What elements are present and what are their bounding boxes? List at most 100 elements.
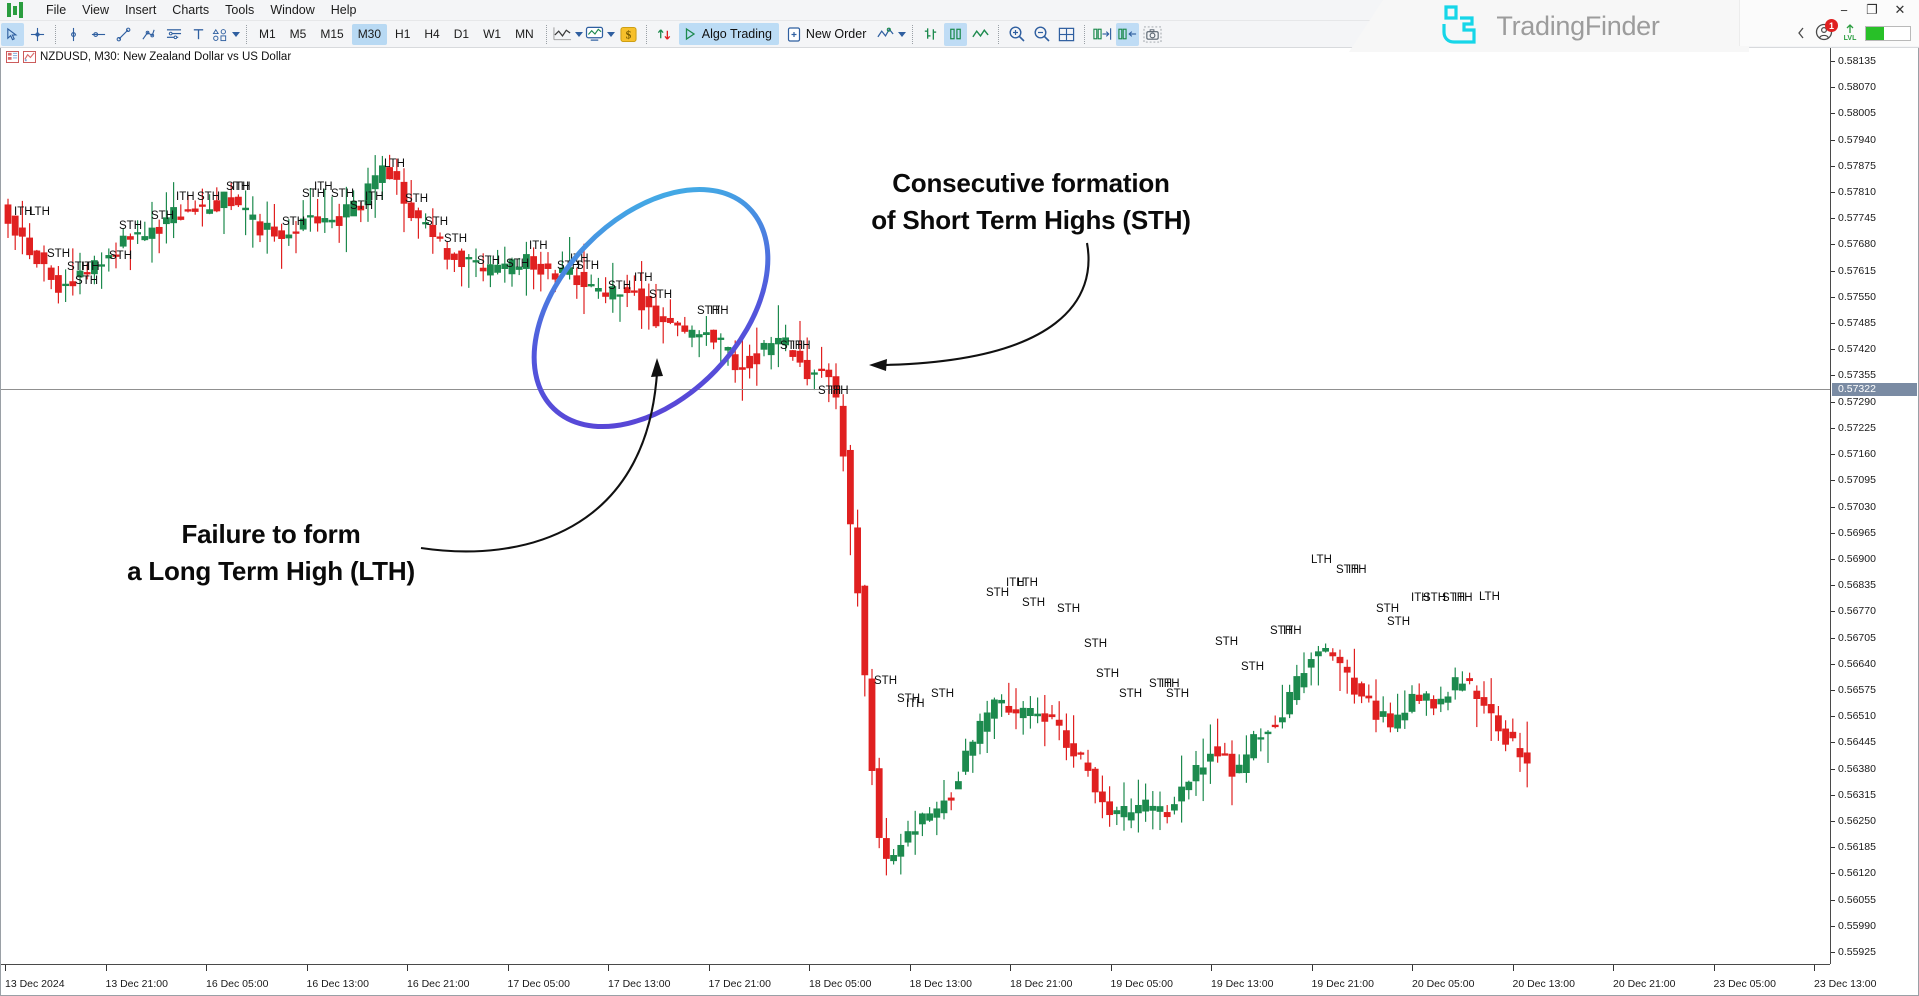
time-tick-label: 19 Dec 13:00 xyxy=(1211,965,1273,990)
menu-tools[interactable]: Tools xyxy=(217,1,262,20)
swing-label-sth: STH xyxy=(608,280,631,292)
zoom-in-icon[interactable] xyxy=(1005,23,1028,46)
bar-chart-icon[interactable] xyxy=(919,23,942,46)
timeframe-w1[interactable]: W1 xyxy=(477,24,507,45)
timeframe-m15[interactable]: M15 xyxy=(314,24,349,45)
swing-label-sth: STH xyxy=(425,216,448,228)
menu-window[interactable]: Window xyxy=(262,1,322,20)
price-tick-label: 0.58135 xyxy=(1838,54,1876,67)
menu-view[interactable]: View xyxy=(74,1,117,20)
shapes-icon[interactable] xyxy=(212,23,240,46)
swing-label-ith: ITH xyxy=(634,272,653,284)
timeframe-h4[interactable]: H4 xyxy=(418,24,445,45)
swing-label-ith: ITH xyxy=(529,240,548,252)
menu-file[interactable]: File xyxy=(38,1,74,20)
menu-insert[interactable]: Insert xyxy=(117,1,164,20)
swing-label-sth: STH xyxy=(649,289,672,301)
trendline-icon[interactable] xyxy=(112,23,135,46)
swing-label-sth: STH xyxy=(1166,688,1189,700)
price-tick: 0.56445 xyxy=(1831,736,1919,748)
indicators-icon[interactable] xyxy=(585,23,615,46)
timeframe-m30[interactable]: M30 xyxy=(351,23,388,45)
time-tick-label: 20 Dec 13:00 xyxy=(1512,965,1575,990)
chevron-down-icon[interactable] xyxy=(574,31,583,37)
new-order-button[interactable]: New Order xyxy=(783,23,873,45)
time-tick-label: 19 Dec 21:00 xyxy=(1311,965,1374,990)
menu-charts[interactable]: Charts xyxy=(164,1,217,20)
maximize-button[interactable]: ❐ xyxy=(1859,1,1885,19)
chevron-down-icon[interactable] xyxy=(606,31,615,37)
price-tick-label: 0.57875 xyxy=(1838,159,1876,172)
grid-icon[interactable] xyxy=(1055,23,1078,46)
toolbar-separator xyxy=(998,24,1000,44)
time-axis[interactable]: 13 Dec 2024 13 Dec 21:00 16 Dec 05:00 16 De… xyxy=(1,964,1876,995)
level-indicator[interactable]: LVL xyxy=(1843,24,1857,42)
svg-text:$: $ xyxy=(625,29,631,41)
price-tick-label: 0.57810 xyxy=(1838,185,1876,198)
price-tick: 0.56185 xyxy=(1831,841,1919,853)
time-tick-label: 18 Dec 05:00 xyxy=(809,965,871,990)
price-tick: 0.56965 xyxy=(1831,527,1919,539)
timeframe-m5[interactable]: M5 xyxy=(284,24,313,45)
swing-label-sth: STH xyxy=(444,233,467,245)
swing-label-ith: ITH xyxy=(365,191,384,203)
swing-label-sth: STH xyxy=(874,675,897,687)
timeframe-m1[interactable]: M1 xyxy=(253,24,282,45)
swing-label-sth: STH xyxy=(282,216,305,228)
chevron-left-icon[interactable] xyxy=(1795,26,1807,40)
screenshot-icon[interactable] xyxy=(1141,23,1164,46)
dollar-icon[interactable]: $ xyxy=(617,23,640,46)
price-tick-label: 0.56770 xyxy=(1838,605,1876,618)
profile-badge[interactable]: 1 xyxy=(1815,19,1838,43)
shift-left-icon[interactable] xyxy=(1116,22,1140,46)
close-button[interactable]: ✕ xyxy=(1887,1,1913,19)
polyline-icon[interactable] xyxy=(137,23,160,46)
tradingfinder-banner: TradingFinder xyxy=(1349,0,1749,52)
chevron-down-icon[interactable] xyxy=(898,31,907,37)
signal-icon[interactable] xyxy=(876,23,907,46)
line-chart-icon[interactable] xyxy=(553,23,583,46)
candlestick-icon[interactable] xyxy=(944,22,968,46)
current-price-label: 0.57322 xyxy=(1832,382,1917,396)
minimize-button[interactable]: − xyxy=(1831,1,1857,19)
text-icon[interactable] xyxy=(187,23,210,46)
horizontal-line-icon[interactable] xyxy=(87,23,110,46)
swing-label-sth: STH xyxy=(1241,661,1264,673)
annotation-line-1: Consecutive formation xyxy=(892,168,1170,198)
swing-label-sth: STH xyxy=(1215,636,1238,648)
timeframe-d1[interactable]: D1 xyxy=(448,24,475,45)
cursor-icon[interactable] xyxy=(1,22,24,46)
timeframe-h1[interactable]: H1 xyxy=(389,24,416,45)
price-tick-label: 0.57030 xyxy=(1838,500,1876,513)
timeframe-mn[interactable]: MN xyxy=(509,24,540,45)
line-style-icon[interactable] xyxy=(969,23,992,46)
crosshair-icon[interactable] xyxy=(26,23,49,46)
vertical-line-icon[interactable] xyxy=(62,23,85,46)
auto-scroll-icon[interactable] xyxy=(653,23,676,46)
algo-trading-button[interactable]: Algo Trading xyxy=(678,23,779,45)
price-tick-label: 0.57680 xyxy=(1838,238,1876,251)
new-order-label: New Order xyxy=(805,27,867,41)
shift-right-icon[interactable] xyxy=(1091,23,1114,46)
price-tick-label: 0.55925 xyxy=(1838,946,1876,959)
zoom-out-icon[interactable] xyxy=(1030,23,1053,46)
price-tick-label: 0.57485 xyxy=(1838,317,1876,330)
price-tick: 0.57030 xyxy=(1831,501,1919,513)
chart-plot-area[interactable]: ITH LTH STH STH ITH STH STH STH STH ITH STH STH ITH S… xyxy=(1,48,1830,964)
price-tick: 0.56120 xyxy=(1831,867,1919,879)
toolbar-separator xyxy=(545,24,547,44)
swing-label-sth: STH xyxy=(1022,597,1045,609)
price-tick-label: 0.58070 xyxy=(1838,81,1876,94)
swing-label-sth: STH xyxy=(1096,668,1119,680)
connection-meter[interactable] xyxy=(1865,25,1911,41)
chevron-down-icon[interactable] xyxy=(232,31,240,37)
swing-label-lth: LTH xyxy=(29,206,50,218)
price-axis[interactable]: 0.58135 0.58070 0.58005 0.57940 0.57875 0.578… xyxy=(1830,48,1918,964)
price-tick-label: 0.56250 xyxy=(1838,815,1876,828)
fibonacci-icon[interactable] xyxy=(162,23,185,46)
price-tick: 0.58135 xyxy=(1831,55,1919,67)
menu-help[interactable]: Help xyxy=(323,1,365,20)
annotation-line-2: of Short Term Highs (STH) xyxy=(871,204,1191,235)
new-order-icon xyxy=(787,26,801,42)
price-tick-label: 0.57225 xyxy=(1838,421,1876,434)
